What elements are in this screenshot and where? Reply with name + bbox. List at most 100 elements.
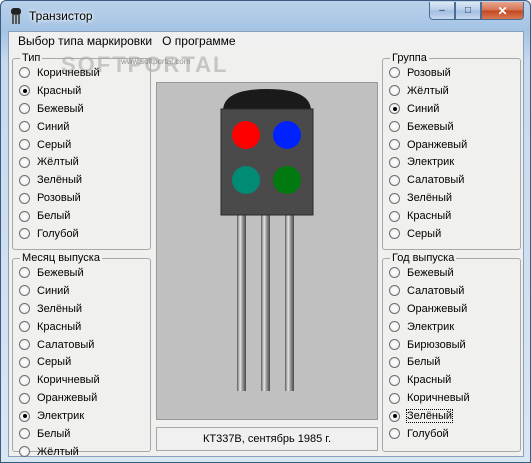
radio-button[interactable] <box>19 285 30 297</box>
menu-item-marking-type[interactable]: Выбор типа маркировки <box>13 34 157 48</box>
group-option[interactable]: Красный <box>389 207 520 225</box>
year-option[interactable]: Красный <box>389 371 520 389</box>
radio-button[interactable] <box>19 356 30 368</box>
type-option[interactable]: Бежевый <box>19 100 150 118</box>
month-option[interactable]: Серый <box>19 353 150 371</box>
group-option[interactable]: Жёлтый <box>389 82 520 100</box>
radio-button[interactable] <box>389 85 400 97</box>
type-option[interactable]: Жёлтый <box>19 153 150 171</box>
group-option-label: Зелёный <box>407 192 453 205</box>
year-option[interactable]: Бирюзовый <box>389 336 520 354</box>
group-option[interactable]: Серый <box>389 225 520 243</box>
year-option[interactable]: Белый <box>389 353 520 371</box>
type-option[interactable]: Серый <box>19 136 150 154</box>
month-option[interactable]: Зелёный <box>19 300 150 318</box>
radio-button[interactable] <box>389 410 400 422</box>
marking-dot-type <box>232 121 260 149</box>
radio-button[interactable] <box>19 321 30 333</box>
year-option[interactable]: Коричневый <box>389 389 520 407</box>
minimize-button[interactable]: – <box>429 2 455 20</box>
radio-button[interactable] <box>389 192 400 204</box>
radio-button[interactable] <box>19 428 30 440</box>
month-option[interactable]: Электрик <box>19 407 150 425</box>
group-option[interactable]: Розовый <box>389 64 520 82</box>
radio-button[interactable] <box>389 103 400 115</box>
maximize-button[interactable]: □ <box>455 2 481 20</box>
marking-dot-year <box>273 166 301 194</box>
year-option[interactable]: Зелёный <box>389 407 520 425</box>
radio-button[interactable] <box>389 267 400 279</box>
month-option[interactable]: Красный <box>19 318 150 336</box>
type-option[interactable]: Белый <box>19 207 150 225</box>
radio-button[interactable] <box>389 210 400 222</box>
radio-button[interactable] <box>19 339 30 350</box>
month-option[interactable]: Коричневый <box>19 371 150 389</box>
radio-button[interactable] <box>389 374 400 386</box>
radio-button[interactable] <box>19 446 30 458</box>
type-option[interactable]: Голубой <box>19 225 150 243</box>
group-option-label: Розовый <box>407 66 451 79</box>
month-option[interactable]: Оранжевый <box>19 389 150 407</box>
type-option-label: Красный <box>37 84 82 97</box>
year-option[interactable]: Салатовый <box>389 282 520 300</box>
radio-button[interactable] <box>19 174 30 186</box>
year-option[interactable]: Электрик <box>389 318 520 336</box>
month-option[interactable]: Жёлтый <box>19 443 150 461</box>
month-option[interactable]: Салатовый <box>19 336 150 354</box>
group-option[interactable]: Салатовый <box>389 171 520 189</box>
radio-button[interactable] <box>389 174 400 186</box>
type-option[interactable]: Коричневый <box>19 64 150 82</box>
radio-button[interactable] <box>389 356 400 368</box>
radio-button[interactable] <box>19 139 30 150</box>
radio-button[interactable] <box>19 103 30 115</box>
title-bar[interactable]: Транзистор – □ ✕ <box>1 1 530 31</box>
group-option[interactable]: Бежевый <box>389 118 520 136</box>
radio-button[interactable] <box>389 428 400 440</box>
radio-button[interactable] <box>389 139 400 150</box>
menu-item-about[interactable]: О программе <box>157 34 240 48</box>
type-option[interactable]: Синий <box>19 118 150 136</box>
radio-button[interactable] <box>19 192 30 204</box>
radio-button[interactable] <box>389 228 400 240</box>
radio-button[interactable] <box>389 67 400 79</box>
radio-button[interactable] <box>389 156 400 168</box>
radio-button[interactable] <box>389 303 400 315</box>
group-option[interactable]: Синий <box>389 100 520 118</box>
month-option[interactable]: Синий <box>19 282 150 300</box>
group-option[interactable]: Зелёный <box>389 189 520 207</box>
group-option[interactable]: Оранжевый <box>389 136 520 154</box>
month-option-label: Оранжевый <box>37 392 98 405</box>
type-option[interactable]: Зелёный <box>19 171 150 189</box>
group-option[interactable]: Электрик <box>389 153 520 171</box>
radio-button[interactable] <box>19 67 30 79</box>
radio-button[interactable] <box>19 303 30 315</box>
type-option[interactable]: Красный <box>19 82 150 100</box>
month-option[interactable]: Бежевый <box>19 264 150 282</box>
year-option[interactable]: Бежевый <box>389 264 520 282</box>
radio-button[interactable] <box>19 410 30 422</box>
radio-button[interactable] <box>19 156 30 168</box>
group-option-label: Салатовый <box>407 174 465 187</box>
radio-button[interactable] <box>389 285 400 297</box>
month-option[interactable]: Белый <box>19 425 150 443</box>
radio-button[interactable] <box>19 210 30 222</box>
radio-button[interactable] <box>19 228 30 240</box>
radio-button[interactable] <box>19 392 30 404</box>
month-options: Бежевый Синий Зелёный Красный Салатовый Серый… <box>19 264 150 463</box>
group-group: Группа Розовый Жёлтый Синий Бежевый Оранжевы… <box>382 52 521 250</box>
year-option[interactable]: Голубой <box>389 425 520 443</box>
radio-button[interactable] <box>19 121 30 133</box>
radio-button[interactable] <box>19 267 30 279</box>
radio-button[interactable] <box>389 321 400 333</box>
close-button[interactable]: ✕ <box>481 2 524 20</box>
year-option[interactable]: Оранжевый <box>389 300 520 318</box>
transistor-leg-left <box>237 211 246 391</box>
radio-button[interactable] <box>389 121 400 133</box>
type-option-label: Зелёный <box>37 174 83 187</box>
radio-button[interactable] <box>389 339 400 350</box>
type-options: Коричневый Красный Бежевый Синий Серый Жёлтый… <box>19 64 150 243</box>
radio-button[interactable] <box>19 374 30 386</box>
radio-button[interactable] <box>19 85 30 97</box>
radio-button[interactable] <box>389 392 400 404</box>
type-option[interactable]: Розовый <box>19 189 150 207</box>
